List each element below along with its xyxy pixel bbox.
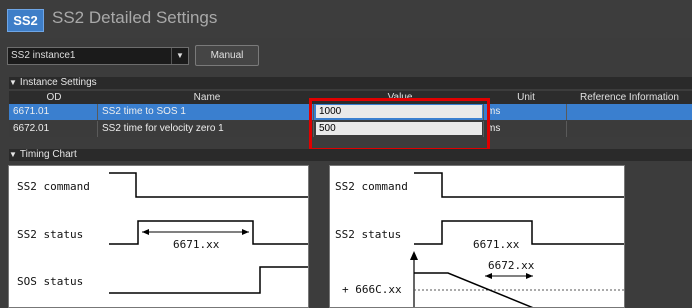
instance-settings-label: Instance Settings <box>19 77 97 88</box>
chevron-down-icon[interactable]: ▼ <box>171 48 188 64</box>
label-ss2-status: SS2 status <box>17 228 83 241</box>
timing-chart-left-svg: SS2 command SS2 status 6671.xx SOS statu… <box>17 172 308 294</box>
col-unit[interactable]: Unit <box>485 91 567 104</box>
row-od: 6671.01 <box>13 106 50 117</box>
col-name[interactable]: Name <box>99 91 315 104</box>
instance-select[interactable]: SS2 instance1 ▼ <box>7 47 189 65</box>
ss2-command-signal <box>109 172 308 198</box>
instance-settings-header[interactable]: ▼ Instance Settings <box>9 77 692 89</box>
arrow-right-head <box>242 229 249 235</box>
arrow-right-head <box>526 273 533 279</box>
col-od[interactable]: OD <box>9 91 99 104</box>
row-name: SS2 time to SOS 1 <box>102 106 186 117</box>
timing-chart-header[interactable]: ▼ Timing Chart <box>9 149 692 161</box>
label-6671-left: 6671.xx <box>173 238 220 251</box>
instance-select-value: SS2 instance1 <box>11 50 76 61</box>
timing-chart-right-svg: SS2 command SS2 status 6671.xx 6672.xx +… <box>335 172 624 307</box>
row-name: SS2 time for velocity zero 1 <box>102 123 224 134</box>
value-highlight-box <box>309 98 490 151</box>
sos-status-signal <box>109 266 308 294</box>
label-6672-right: 6672.xx <box>488 259 535 272</box>
title-bar: SS2 SS2 Detailed Settings <box>0 0 692 38</box>
toolbar: SS2 instance1 ▼ Manual <box>0 38 692 76</box>
collapse-triangle-icon[interactable]: ▼ <box>9 150 17 159</box>
manual-button[interactable]: Manual <box>195 45 259 66</box>
label-speed-limit: + 666C.xx <box>342 283 402 296</box>
row-od: 6672.01 <box>13 123 50 134</box>
ss2-command-signal <box>414 172 624 198</box>
label-6671-right: 6671.xx <box>473 238 520 251</box>
arrow-left-head <box>485 273 492 279</box>
ss2-logo: SS2 <box>7 9 44 32</box>
timing-chart-right: SS2 command SS2 status 6671.xx 6672.xx +… <box>329 165 625 308</box>
label-ss2-command: SS2 command <box>17 180 90 193</box>
speed-axis-arrow <box>410 251 418 260</box>
ss2-status-signal <box>414 220 624 245</box>
timing-chart-left: SS2 command SS2 status 6671.xx SOS statu… <box>8 165 309 308</box>
label-ss2-status: SS2 status <box>335 228 401 241</box>
page-title: SS2 Detailed Settings <box>52 8 218 27</box>
collapse-triangle-icon[interactable]: ▼ <box>9 78 17 87</box>
label-ss2-command: SS2 command <box>335 180 408 193</box>
timing-chart-label: Timing Chart <box>19 149 77 160</box>
label-sos-status: SOS status <box>17 275 83 288</box>
arrow-left-head <box>142 229 149 235</box>
col-reference[interactable]: Reference Information <box>567 91 692 104</box>
